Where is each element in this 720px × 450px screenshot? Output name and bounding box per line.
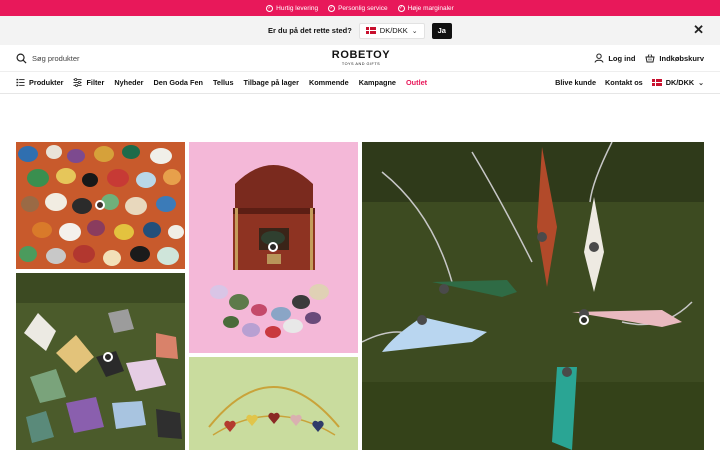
gallery-image-raw-crystals[interactable] xyxy=(16,273,185,450)
search-icon xyxy=(16,53,27,64)
site-header: Søg produkter ROBETOY TOYS AND GIFTS Log… xyxy=(0,45,720,72)
login-link[interactable]: Log ind xyxy=(594,53,635,63)
crystal-pendants-image xyxy=(362,142,704,450)
nav-filter[interactable]: Filter xyxy=(73,78,104,87)
nav-item-tilbage-paa-lager[interactable]: Tilbage på lager xyxy=(244,78,299,87)
usp-item: ✓ Hurtig levering xyxy=(266,4,319,12)
main-nav: Produkter Filter Nyheder Den Goda Fen Te… xyxy=(0,73,720,94)
search-input[interactable]: Søg produkter xyxy=(16,53,80,64)
chevron-down-icon: ⌄ xyxy=(411,27,418,35)
nav-products[interactable]: Produkter xyxy=(16,78,63,87)
hotspot-dot[interactable] xyxy=(268,242,278,252)
search-placeholder: Søg produkter xyxy=(32,54,80,63)
contact-link[interactable]: Kontakt os xyxy=(605,78,643,87)
become-customer-link[interactable]: Blive kunde xyxy=(555,78,596,87)
gallery-image-heart-bracelet[interactable] xyxy=(189,357,358,450)
check-circle-icon: ✓ xyxy=(328,4,336,12)
usp-item: ✓ Personlig service xyxy=(328,4,388,12)
country-select[interactable]: DK/DKK ⌄ xyxy=(358,22,425,39)
logo-name: ROBETOY xyxy=(331,49,391,61)
denmark-flag-icon xyxy=(365,27,376,34)
hotspot-dot[interactable] xyxy=(579,315,589,325)
nav-item-den-goda-fen[interactable]: Den Goda Fen xyxy=(154,78,203,87)
cart-link[interactable]: Indkøbskurv xyxy=(645,53,704,63)
user-icon xyxy=(594,53,604,63)
country-select-value: DK/DKK xyxy=(379,26,408,35)
chevron-down-icon: ⌄ xyxy=(698,79,704,87)
nav-item-tellus[interactable]: Tellus xyxy=(213,78,234,87)
confirm-country-button[interactable]: Ja xyxy=(431,22,452,39)
gallery-image-crystal-pendants[interactable] xyxy=(362,142,704,450)
gallery-image-treasure-chest[interactable] xyxy=(189,142,358,353)
usp-item: ✓ Høje marginaler xyxy=(397,4,454,12)
menu-list-icon xyxy=(16,78,25,87)
nav-item-outlet[interactable]: Outlet xyxy=(406,78,427,87)
nav-item-nyheder[interactable]: Nyheder xyxy=(114,78,143,87)
denmark-flag-icon xyxy=(651,79,662,86)
close-icon[interactable]: ✕ xyxy=(693,22,704,38)
raw-crystals-image xyxy=(16,273,185,450)
check-circle-icon: ✓ xyxy=(397,4,405,12)
check-circle-icon: ✓ xyxy=(266,4,274,12)
filter-icon xyxy=(73,78,83,87)
logo-tagline: TOYS AND GIFTS xyxy=(341,62,381,66)
hotspot-dot[interactable] xyxy=(95,200,105,210)
heart-bracelet-image xyxy=(189,357,358,450)
basket-icon xyxy=(645,54,656,63)
nav-item-kommende[interactable]: Kommende xyxy=(309,78,349,87)
usp-bar: ✓ Hurtig levering ✓ Personlig service ✓ Høj… xyxy=(0,0,720,16)
currency-select[interactable]: DK/DKK ⌄ xyxy=(651,78,704,87)
hotspot-dot[interactable] xyxy=(103,352,113,362)
nav-item-kampagne[interactable]: Kampagne xyxy=(359,78,396,87)
country-prompt-question: Er du på det rette sted? xyxy=(268,26,352,35)
site-logo[interactable]: ROBETOY TOYS AND GIFTS xyxy=(330,49,392,67)
country-prompt-bar: Er du på det rette sted? DK/DKK ⌄ Ja ✕ xyxy=(0,16,720,45)
gallery-image-tumbled-stones[interactable] xyxy=(16,142,185,269)
